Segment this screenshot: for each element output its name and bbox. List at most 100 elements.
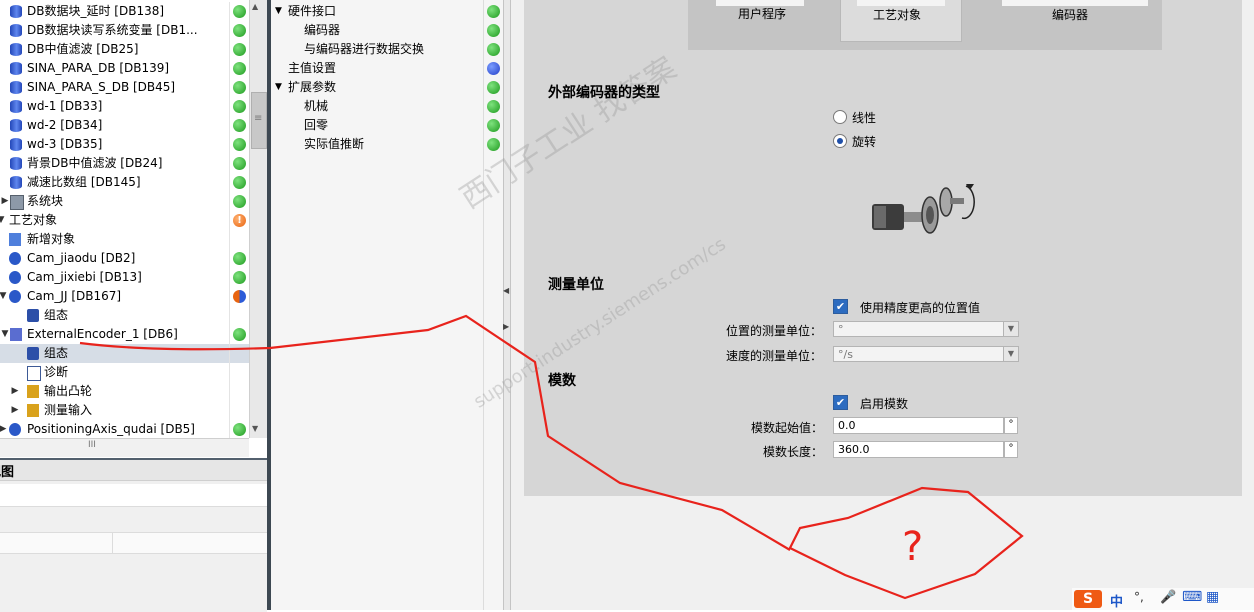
tree-item-label: 背景DB中值滤波 [DB24] <box>27 156 163 170</box>
tree-item-cam-jj[interactable]: ▼ Cam_JJ [DB167] <box>0 287 249 306</box>
nav-item-label: 主值设置 <box>288 61 337 75</box>
tree-item-cam-jj-config[interactable]: 组态 <box>0 306 249 325</box>
status-ok-icon <box>233 119 246 132</box>
tree-vertical-scrollbar[interactable]: ▲ ▼ <box>249 0 268 438</box>
chevron-down-icon[interactable]: ▼ <box>1003 347 1018 361</box>
encoder-object-icon <box>10 328 22 341</box>
db-icon <box>10 5 22 18</box>
collapse-arrow-icon[interactable]: ▼ <box>0 325 10 344</box>
tree-item-add-new-object[interactable]: 新增对象 <box>0 230 249 249</box>
nav-item-encoder[interactable]: 编码器 <box>271 21 503 40</box>
details-view-panel: 视图 <box>0 458 267 612</box>
status-ok-icon <box>487 81 500 94</box>
high-precision-checkbox[interactable]: ✔ <box>833 299 848 314</box>
position-unit-select[interactable]: ° ▼ <box>833 321 1019 337</box>
tree-item-db45[interactable]: SINA_PARA_S_DB [DB45] <box>0 78 249 97</box>
tree-item-db139[interactable]: SINA_PARA_DB [DB139] <box>0 59 249 78</box>
tree-item-db25[interactable]: DB中值滤波 [DB25] <box>0 40 249 59</box>
nav-item-hardware-interface[interactable]: ▼ 硬件接口 <box>271 2 503 21</box>
punctuation-toggle[interactable]: °, <box>1134 590 1144 604</box>
tree-horizontal-scrollbar[interactable]: III <box>0 438 249 457</box>
velocity-unit-label: 速度的测量单位： <box>726 349 823 363</box>
tree-item-db138[interactable]: DB数据块_延时 [DB138] <box>0 2 249 21</box>
status-info-icon <box>487 62 500 75</box>
nav-item-extended-parameters[interactable]: ▼ 扩展参数 <box>271 78 503 97</box>
velocity-unit-select[interactable]: °/s ▼ <box>833 346 1019 362</box>
modulo-start-input[interactable]: 0.0 <box>833 417 1004 434</box>
tree-item-label: DB数据块_延时 [DB138] <box>27 4 165 18</box>
tree-item-cam-jixiebi[interactable]: Cam_jixiebi [DB13] <box>0 268 249 287</box>
tree-item-db1[interactable]: DB数据块读写系统变量 [DB1... <box>0 21 249 40</box>
add-object-icon <box>9 233 21 246</box>
device-encoder[interactable]: 编码器 <box>1002 0 1148 40</box>
tree-item-label: 组态 <box>44 308 69 322</box>
tree-item-label: 新增对象 <box>27 232 76 246</box>
nav-item-data-exchange[interactable]: 与编码器进行数据交换 <box>271 40 503 59</box>
pane-splitter[interactable]: ◀ ▶ <box>503 0 511 610</box>
tree-item-positioning-axis[interactable]: ▶ PositioningAxis_qudai [DB5] <box>0 420 249 439</box>
tree-item-output-cams[interactable]: ▶ 输出凸轮 <box>0 382 249 401</box>
scroll-down-icon[interactable]: ▼ <box>252 424 258 433</box>
nav-item-leading-value[interactable]: 主值设置 <box>271 59 503 78</box>
tree-item-db33[interactable]: wd-1 [DB33] <box>0 97 249 116</box>
tree-item-cam-jiaodu[interactable]: Cam_jiaodu [DB2] <box>0 249 249 268</box>
tree-item-db24[interactable]: 背景DB中值滤波 [DB24] <box>0 154 249 173</box>
collapse-arrow-icon[interactable]: ▼ <box>0 287 8 306</box>
scrollbar-thumb[interactable]: ≡ <box>251 92 267 149</box>
nav-item-label: 实际值推断 <box>304 137 365 151</box>
db-icon <box>10 43 22 56</box>
microphone-icon[interactable]: 🎤 <box>1160 590 1176 605</box>
tree-item-label: DB数据块读写系统变量 [DB1... <box>27 23 198 37</box>
tree-item-label: DB中值滤波 [DB25] <box>27 42 139 56</box>
expand-arrow-icon[interactable]: ▶ <box>10 382 20 401</box>
position-unit-label: 位置的测量单位： <box>726 324 823 338</box>
expand-right-icon[interactable]: ▶ <box>503 322 509 331</box>
tree-item-label: 测量输入 <box>44 403 93 417</box>
expand-arrow-icon[interactable]: ▶ <box>10 401 20 420</box>
collapse-arrow-icon[interactable]: ▼ <box>275 78 282 97</box>
expand-arrow-icon[interactable]: ▶ <box>0 192 10 211</box>
input-mode-toggle[interactable]: 中 <box>1110 591 1123 610</box>
tree-item-measuring-inputs[interactable]: ▶ 测量输入 <box>0 401 249 420</box>
velocity-unit-value: °/s <box>838 348 853 361</box>
device-technology-object[interactable]: 工艺对象 <box>840 0 962 42</box>
expand-arrow-icon[interactable]: ▶ <box>0 420 8 439</box>
status-ok-icon <box>233 252 246 265</box>
rotary-radio[interactable] <box>833 134 847 148</box>
toolbox-icon[interactable]: ▦ <box>1206 589 1219 605</box>
status-ok-icon <box>233 138 246 151</box>
collapse-arrow-icon[interactable]: ▼ <box>0 211 6 230</box>
db-icon <box>10 62 22 75</box>
tree-item-encoder-diagnostics[interactable]: 诊断 <box>0 363 249 382</box>
nav-item-homing[interactable]: 回零 <box>271 116 503 135</box>
scroll-up-icon[interactable]: ▲ <box>252 2 258 11</box>
modulo-length-input[interactable]: 360.0 <box>833 441 1004 458</box>
collapse-left-icon[interactable]: ◀ <box>503 286 509 295</box>
status-ok-icon <box>233 62 246 75</box>
tree-item-external-encoder[interactable]: ▼ ExternalEncoder_1 [DB6] <box>0 325 249 344</box>
tree-item-db34[interactable]: wd-2 [DB34] <box>0 116 249 135</box>
status-ok-icon <box>233 176 246 189</box>
chevron-down-icon[interactable]: ▼ <box>1003 322 1018 336</box>
tree-item-db145[interactable]: 减速比数组 [DB145] <box>0 173 249 192</box>
nav-item-mechanics[interactable]: 机械 <box>271 97 503 116</box>
db-icon <box>10 176 22 189</box>
parameter-navigation: ▼ 硬件接口 编码器 与编码器进行数据交换 主值设置 ▼ 扩展参数 机械 回零 … <box>271 0 503 610</box>
sogou-logo-icon[interactable]: S <box>1074 590 1102 608</box>
status-ok-icon <box>487 119 500 132</box>
encoder-type-heading: 外部编码器的类型 <box>548 85 660 101</box>
enable-modulo-checkbox[interactable]: ✔ <box>833 395 848 410</box>
tree-item-encoder-config[interactable]: 组态 <box>0 344 249 363</box>
ime-toolbar[interactable]: S 中 °, 🎤 ⌨ ▦ <box>1072 588 1254 610</box>
keyboard-icon[interactable]: ⌨ <box>1182 589 1202 605</box>
tree-item-system-blocks[interactable]: ▶ 系统块 <box>0 192 249 211</box>
nav-item-actual-value-extrapolation[interactable]: 实际值推断 <box>271 135 503 154</box>
tree-item-technology-objects[interactable]: ▼ 工艺对象 ! <box>0 211 249 230</box>
status-mixed-icon <box>233 290 246 303</box>
linear-radio[interactable] <box>833 110 847 124</box>
nav-item-label: 扩展参数 <box>288 80 337 94</box>
measure-unit-heading: 测量单位 <box>548 277 604 293</box>
tree-item-db35[interactable]: wd-3 [DB35] <box>0 135 249 154</box>
nav-item-label: 与编码器进行数据交换 <box>304 42 425 56</box>
collapse-arrow-icon[interactable]: ▼ <box>275 2 282 21</box>
